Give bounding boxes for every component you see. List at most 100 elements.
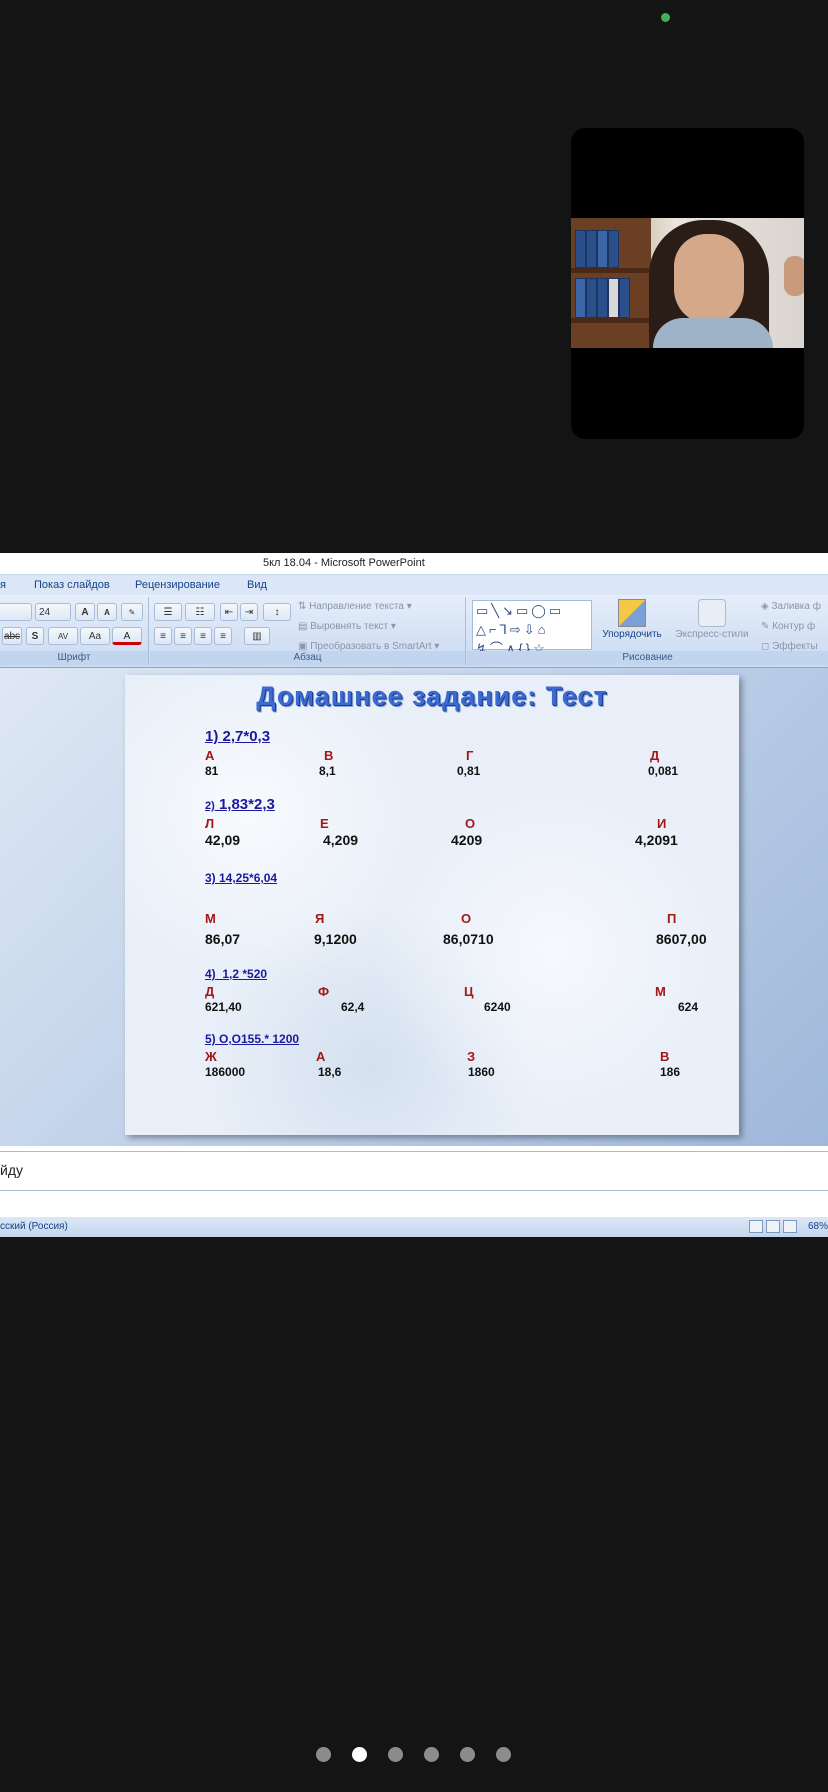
text-direction-label: Направление текста xyxy=(309,601,404,612)
option-value: 8607,00 xyxy=(656,931,707,947)
arrange-button[interactable]: Упорядочить xyxy=(597,599,667,640)
option-value: 4,2091 xyxy=(635,832,678,848)
question-3: 3) 14,25*6,04 xyxy=(205,871,278,885)
page-dot-active[interactable] xyxy=(352,1747,367,1762)
option-letter: В xyxy=(660,1049,670,1064)
clear-format-button[interactable]: ✎ xyxy=(121,603,143,621)
slide-workspace: Домашнее задание: Тест 1) 2,7*0,3 А В Г … xyxy=(0,668,828,1146)
page-dot[interactable] xyxy=(388,1747,403,1762)
line-spacing-button[interactable]: ↕ xyxy=(263,603,291,621)
increase-indent-button[interactable]: ⇥ xyxy=(240,603,258,621)
change-case-button[interactable]: Aa xyxy=(80,627,110,645)
page-dot[interactable] xyxy=(496,1747,511,1762)
option-letter: М xyxy=(205,911,216,926)
slide-sorter-icon[interactable] xyxy=(766,1220,780,1233)
numbering-button[interactable]: ☷ xyxy=(185,603,215,621)
status-bar: сский (Россия) 68% xyxy=(0,1217,828,1237)
decrease-indent-button[interactable]: ⇤ xyxy=(220,603,238,621)
option-letter: Е xyxy=(320,816,329,831)
bullets-button[interactable]: ☰ xyxy=(154,603,182,621)
page-dot[interactable] xyxy=(316,1747,331,1762)
option-letter: Д xyxy=(650,748,660,763)
option-value: 0,081 xyxy=(648,764,679,778)
page-dot[interactable] xyxy=(460,1747,475,1762)
page-dot[interactable] xyxy=(424,1747,439,1762)
tab-slideshow[interactable]: Показ слайдов xyxy=(34,579,110,591)
option-value: 86,0710 xyxy=(443,931,494,947)
option-value: 4,209 xyxy=(323,832,359,848)
arrange-icon xyxy=(618,599,646,627)
question-2: 2) 1,83*2,3 xyxy=(205,796,275,813)
font-group: 24 A A ✎ abc S AV Aa A Шрифт xyxy=(0,597,149,665)
shape-outline-command[interactable]: ✎ Контур ф xyxy=(761,621,815,632)
normal-view-icon[interactable] xyxy=(749,1220,763,1233)
shape-outline-label: Контур ф xyxy=(772,621,816,632)
align-right-button[interactable]: ≡ xyxy=(194,627,212,645)
camera-indicator-dot xyxy=(661,13,670,22)
shapes-gallery[interactable]: ▭╲↘▭◯▭ △⌐⅂⇨⇩⌂ ↯⌒∧{}☆ xyxy=(472,600,592,656)
quick-styles-button[interactable]: Экспресс-стили xyxy=(672,599,752,640)
justify-button[interactable]: ≡ xyxy=(214,627,232,645)
grow-font-button[interactable]: A xyxy=(75,603,95,621)
window-titlebar: 5кл 18.04 - Microsoft PowerPoint xyxy=(0,553,828,575)
slide[interactable]: Домашнее задание: Тест 1) 2,7*0,3 А В Г … xyxy=(125,675,739,1135)
option-value: 186 xyxy=(660,1065,681,1079)
slide-title: Домашнее задание: Тест xyxy=(256,681,608,711)
option-letter: И xyxy=(657,816,667,831)
option-value: 6240 xyxy=(484,1000,511,1014)
shadow-button[interactable]: S xyxy=(26,627,44,645)
notes-pane[interactable]: йду xyxy=(0,1151,828,1191)
align-left-button[interactable]: ≡ xyxy=(154,627,172,645)
align-text-command[interactable]: ▤ Выровнять текст ▾ xyxy=(298,621,396,632)
question-4: 4) 1,2 *520 xyxy=(205,967,268,981)
option-letter: Ц xyxy=(464,984,474,999)
font-color-button[interactable]: A xyxy=(112,627,142,645)
font-group-label: Шрифт xyxy=(0,651,148,665)
option-value: 18,6 xyxy=(318,1065,342,1079)
slideshow-view-icon[interactable] xyxy=(783,1220,797,1233)
option-value: 186000 xyxy=(205,1065,246,1079)
option-letter: Ф xyxy=(318,984,330,999)
question-2-expression: 1,83*2,3 xyxy=(218,796,275,813)
option-letter: З xyxy=(467,1049,476,1064)
option-letter: Ж xyxy=(205,1049,217,1064)
font-name-select[interactable] xyxy=(0,603,32,621)
text-direction-command[interactable]: ⇅ Направление текста ▾ xyxy=(298,601,412,612)
option-value: 86,07 xyxy=(205,931,241,947)
participant-video-tile[interactable] xyxy=(571,128,804,439)
pen-icon: ✎ xyxy=(761,621,773,632)
zoom-level[interactable]: 68% xyxy=(808,1217,828,1237)
option-letter: Л xyxy=(205,816,215,831)
text-direction-icon: ⇅ xyxy=(298,601,310,612)
char-spacing-button[interactable]: AV xyxy=(48,627,78,645)
ribbon: 24 A A ✎ abc S AV Aa A Шрифт ☰ ☷ ⇤ ⇥ ↕ ≡… xyxy=(0,595,828,668)
shape-fill-label: Заливка ф xyxy=(771,601,821,612)
quick-styles-label: Экспресс-стили xyxy=(675,629,749,640)
align-text-icon: ▤ xyxy=(298,621,311,632)
shape-fill-command[interactable]: ◈ Заливка ф xyxy=(761,601,821,612)
align-center-button[interactable]: ≡ xyxy=(174,627,192,645)
question-1: 1) 2,7*0,3 xyxy=(205,728,271,745)
language-status[interactable]: сский (Россия) xyxy=(0,1221,68,1232)
option-value: 62,4 xyxy=(341,1000,365,1014)
shrink-font-button[interactable]: A xyxy=(97,603,117,621)
option-letter: Г xyxy=(466,748,474,763)
participant-video-frame xyxy=(571,218,804,348)
option-letter: П xyxy=(667,911,677,926)
option-letter: О xyxy=(461,911,472,926)
strikethrough-button[interactable]: abc xyxy=(2,627,22,645)
option-value: 8,1 xyxy=(319,764,336,778)
question-2-number: 2) xyxy=(205,800,215,812)
tab-view[interactable]: Вид xyxy=(247,579,267,591)
option-value: 42,09 xyxy=(205,832,241,848)
shared-screen: 5кл 18.04 - Microsoft PowerPoint я Показ… xyxy=(0,553,828,1237)
drawing-group-label: Рисование xyxy=(467,651,828,665)
option-value: 9,1200 xyxy=(314,931,357,947)
font-size-select[interactable]: 24 xyxy=(35,603,71,621)
tab-review[interactable]: Рецензирование xyxy=(135,579,220,591)
page-indicator xyxy=(0,1747,828,1763)
ribbon-tabs: я Показ слайдов Рецензирование Вид xyxy=(0,575,828,595)
option-letter: В xyxy=(324,748,334,763)
columns-button[interactable]: ▥ xyxy=(244,627,270,645)
tab-partial[interactable]: я xyxy=(0,579,6,591)
